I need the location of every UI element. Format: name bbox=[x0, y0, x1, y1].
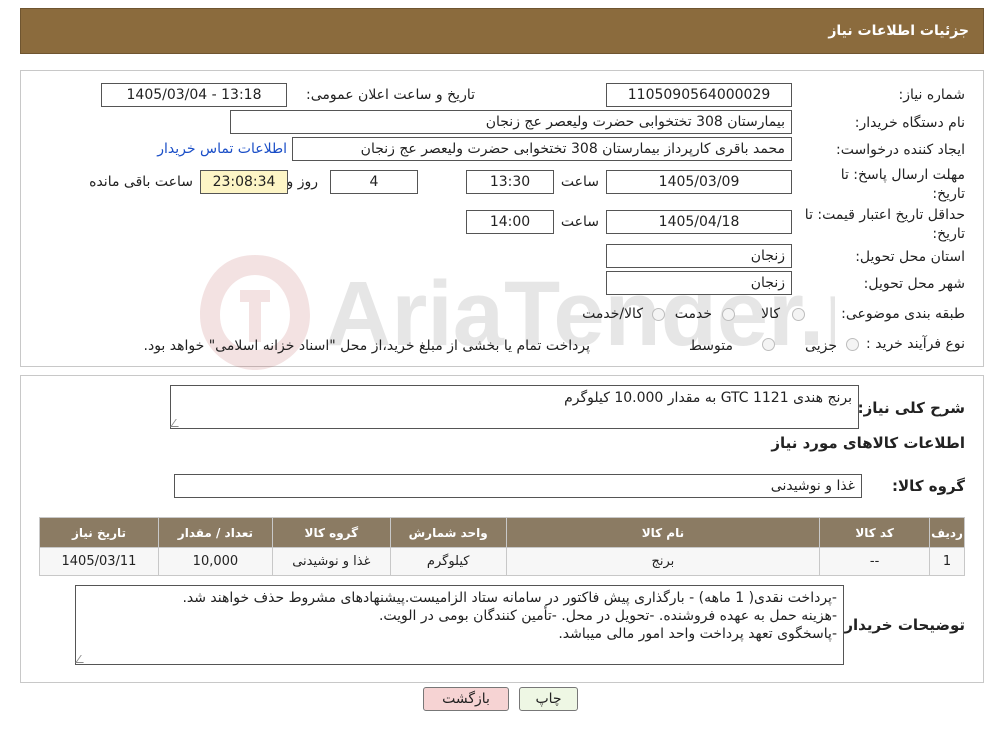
col-goods-name: نام کالا bbox=[505, 517, 821, 548]
print-button[interactable]: چاپ bbox=[519, 687, 578, 711]
process-note: پرداخت تمام یا بخشی از مبلغ خرید،از محل … bbox=[143, 338, 590, 354]
province-field[interactable]: زنجان bbox=[606, 244, 792, 268]
buyer-org-field[interactable]: بیمارستان 308 تختخوابی حضرت ولیعصر عج زن… bbox=[230, 110, 792, 134]
items-table-wrap: ردیف کد کالا نام کالا واحد شمارش گروه کا… bbox=[39, 517, 965, 576]
process-radio-medium[interactable] bbox=[762, 338, 775, 351]
category-radio-goods[interactable] bbox=[792, 308, 805, 321]
notes-textarea[interactable]: -پرداخت نقدی( 1 ماهه) - بارگذاری پیش فاک… bbox=[75, 585, 844, 665]
col-goods-code: کد کالا bbox=[819, 517, 931, 548]
announce-label: تاریخ و ساعت اعلان عمومی: bbox=[306, 87, 475, 103]
goods-group-field[interactable]: غذا و نوشیدنی bbox=[174, 474, 862, 498]
notes-label: توضیحات خریدار: bbox=[838, 616, 965, 634]
validity-date-field[interactable]: 1405/04/18 bbox=[606, 210, 792, 234]
remaining-label: ساعت باقی مانده bbox=[89, 174, 193, 190]
province-label: استان محل تحویل: bbox=[855, 249, 965, 265]
reply-date-field[interactable]: 1405/03/09 bbox=[606, 170, 792, 194]
col-row-number: ردیف bbox=[929, 517, 965, 548]
cell-unit: کیلوگرم bbox=[389, 547, 507, 576]
col-need-date: تاریخ نیاز bbox=[39, 517, 159, 548]
need-number-label: شماره نیاز: bbox=[898, 87, 966, 103]
requester-field[interactable]: محمد باقری کارپرداز بیمارستان 308 تختخوا… bbox=[292, 137, 792, 161]
resize-handle-icon[interactable] bbox=[170, 419, 184, 427]
requester-label: ایجاد کننده درخواست: bbox=[836, 142, 965, 158]
summary-label: شرح کلی نیاز: bbox=[857, 399, 965, 417]
goods-group-label: گروه کالا: bbox=[892, 477, 965, 495]
city-label: شهر محل تحویل: bbox=[863, 276, 965, 292]
page-header: جزئیات اطلاعات نیاز bbox=[20, 8, 984, 54]
remaining-time-field: 23:08:34 bbox=[200, 170, 288, 194]
category-option-goods: کالا bbox=[761, 306, 780, 322]
cell-goods-group: غذا و نوشیدنی bbox=[271, 547, 391, 576]
col-goods-group: گروه کالا bbox=[271, 517, 391, 548]
col-unit: واحد شمارش bbox=[389, 517, 507, 548]
category-radio-goods-service[interactable] bbox=[652, 308, 665, 321]
need-number-field[interactable]: 1105090564000029 bbox=[606, 83, 792, 107]
table-header-row: ردیف کد کالا نام کالا واحد شمارش گروه کا… bbox=[39, 517, 965, 548]
city-field[interactable]: زنجان bbox=[606, 271, 792, 295]
announce-field[interactable]: 1405/03/04 - 13:18 bbox=[101, 83, 287, 107]
page-title: جزئیات اطلاعات نیاز bbox=[828, 23, 969, 39]
category-option-service: خدمت bbox=[674, 306, 712, 322]
validity-label: حداقل تاریخ اعتبار قیمت: تا تاریخ: bbox=[804, 207, 965, 242]
notes-line-3: -پاسخگوی تعهد پرداخت واحد امور مالی میبا… bbox=[558, 626, 837, 642]
validity-time-label: ساعت bbox=[560, 214, 599, 230]
buyer-org-label: نام دستگاه خریدار: bbox=[854, 115, 965, 131]
buyer-contact-link[interactable]: اطلاعات تماس خریدار bbox=[157, 141, 287, 157]
notes-line-1: -پرداخت نقدی( 1 ماهه) - بارگذاری پیش فاک… bbox=[182, 590, 837, 606]
category-label: طبقه بندی موضوعی: bbox=[841, 306, 965, 322]
table-row[interactable]: 1 -- برنج کیلوگرم غذا و نوشیدنی 10,000 1… bbox=[39, 547, 965, 576]
days-field[interactable]: 4 bbox=[330, 170, 418, 194]
reply-time-label: ساعت bbox=[560, 174, 599, 190]
category-radio-service[interactable] bbox=[722, 308, 735, 321]
resize-handle-icon[interactable] bbox=[75, 655, 89, 663]
validity-time-field[interactable]: 14:00 bbox=[466, 210, 554, 234]
items-table: ردیف کد کالا نام کالا واحد شمارش گروه کا… bbox=[39, 517, 965, 576]
back-button[interactable]: بازگشت bbox=[423, 687, 509, 711]
cell-row-number: 1 bbox=[929, 547, 965, 576]
goods-info-title: اطلاعات کالاهای مورد نیاز bbox=[771, 434, 965, 452]
reply-time-field[interactable]: 13:30 bbox=[466, 170, 554, 194]
process-label: نوع فرآیند خرید : bbox=[866, 336, 965, 352]
cell-quantity: 10,000 bbox=[157, 547, 273, 576]
process-option-minor: جزیی bbox=[805, 338, 837, 354]
summary-textarea[interactable]: برنج هندی GTC 1121 به مقدار 10.000 کیلوگ… bbox=[170, 385, 859, 429]
cell-goods-code: -- bbox=[819, 547, 931, 576]
col-quantity: تعداد / مقدار bbox=[157, 517, 273, 548]
cell-need-date: 1405/03/11 bbox=[39, 547, 159, 576]
category-option-goods-service: کالا/خدمت bbox=[582, 306, 643, 322]
days-label: روز و bbox=[286, 174, 319, 190]
cell-goods-name: برنج bbox=[505, 547, 821, 576]
process-option-medium: متوسط bbox=[689, 338, 733, 354]
reply-deadline-label: مهلت ارسال پاسخ: تا تاریخ: bbox=[840, 167, 965, 202]
notes-line-2: -هزینه حمل به عهده فروشنده. -تحویل در مح… bbox=[378, 608, 837, 624]
summary-text: برنج هندی GTC 1121 به مقدار 10.000 کیلوگ… bbox=[564, 390, 852, 406]
process-radio-minor[interactable] bbox=[846, 338, 859, 351]
